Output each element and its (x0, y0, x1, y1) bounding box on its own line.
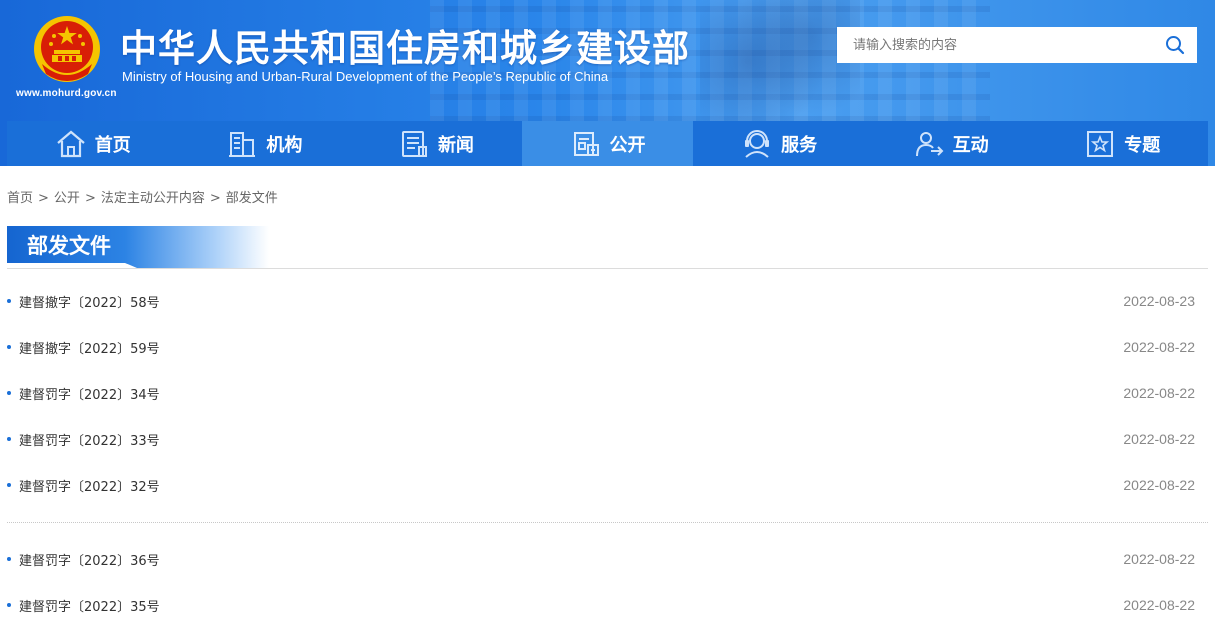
bullet-dot-icon (7, 299, 11, 303)
nav-item-service[interactable]: 服务 (693, 121, 865, 166)
document-date: 2022-08-23 (1123, 293, 1195, 309)
search-box (837, 27, 1197, 63)
document-date: 2022-08-22 (1123, 339, 1195, 355)
list-item: 建督罚字〔2022〕32号 2022-08-22 (7, 462, 1195, 508)
site-title-chinese[interactable]: 中华人民共和国住房和城乡建设部 (120, 18, 690, 72)
document-link[interactable]: 建督罚字〔2022〕35号 (19, 596, 160, 615)
topic-star-icon (1084, 129, 1116, 159)
document-link[interactable]: 建督罚字〔2022〕34号 (19, 384, 160, 403)
nav-item-disclosure[interactable]: 公开 (521, 121, 694, 166)
breadcrumb-disclosure[interactable]: 公开 (54, 191, 80, 206)
news-icon (398, 129, 430, 159)
nav-label-disclosure: 公开 (609, 134, 646, 156)
document-link[interactable]: 建督罚字〔2022〕32号 (19, 476, 160, 495)
list-group-divider (7, 508, 1208, 536)
building-icon (226, 129, 258, 159)
bullet-dot-icon (7, 557, 11, 561)
interaction-icon (913, 129, 945, 159)
list-item: 建督罚字〔2022〕34号 2022-08-22 (7, 370, 1195, 416)
nav-label-service: 服务 (781, 134, 818, 156)
nav-item-organization[interactable]: 机构 (179, 121, 351, 166)
bullet-dot-icon (7, 483, 11, 487)
document-date: 2022-08-22 (1123, 431, 1195, 447)
nav-label-topics: 专题 (1124, 134, 1161, 156)
list-item: 建督撤字〔2022〕58号 2022-08-23 (7, 278, 1195, 324)
document-date: 2022-08-22 (1123, 385, 1195, 401)
document-date: 2022-08-22 (1123, 597, 1195, 613)
document-link[interactable]: 建督罚字〔2022〕33号 (19, 430, 160, 449)
national-emblem-icon[interactable] (32, 14, 102, 84)
service-icon (741, 129, 773, 159)
list-item: 建督罚字〔2022〕33号 2022-08-22 (7, 416, 1195, 462)
breadcrumb-home[interactable]: 首页 (7, 191, 33, 206)
document-link[interactable]: 建督撤字〔2022〕58号 (19, 292, 160, 311)
breadcrumb-separator: > (38, 191, 49, 206)
nav-item-interaction[interactable]: 互动 (865, 121, 1037, 166)
document-date: 2022-08-22 (1123, 551, 1195, 567)
bullet-dot-icon (7, 391, 11, 395)
list-item: 建督罚字〔2022〕35号 2022-08-22 (7, 582, 1195, 628)
search-button[interactable] (1153, 27, 1197, 63)
nav-item-home[interactable]: 首页 (7, 121, 179, 166)
site-title-english: Ministry of Housing and Urban-Rural Deve… (122, 69, 609, 84)
nav-item-topics[interactable]: 专题 (1036, 121, 1208, 166)
document-list: 建督撤字〔2022〕58号 2022-08-23 建督撤字〔2022〕59号 2… (7, 278, 1208, 628)
breadcrumb-ministry-documents[interactable]: 部发文件 (226, 191, 278, 206)
document-link[interactable]: 建督罚字〔2022〕36号 (19, 550, 160, 569)
nav-label-home: 首页 (94, 134, 131, 156)
nav-label-news: 新闻 (437, 134, 474, 156)
nav-label-organization: 机构 (266, 134, 303, 156)
list-item: 建督撤字〔2022〕59号 2022-08-22 (7, 324, 1195, 370)
bullet-dot-icon (7, 603, 11, 607)
site-header: www.mohurd.gov.cn 中华人民共和国住房和城乡建设部 Minist… (0, 0, 1215, 166)
section-header: 部发文件 (7, 226, 1208, 269)
disclosure-icon (570, 129, 602, 159)
header-background-trees (700, 0, 860, 122)
section-title: 部发文件 (7, 226, 269, 268)
site-url[interactable]: www.mohurd.gov.cn (16, 88, 117, 99)
bullet-dot-icon (7, 437, 11, 441)
search-input[interactable] (837, 27, 1153, 63)
breadcrumb-separator: > (84, 191, 96, 206)
home-icon (55, 129, 87, 159)
list-item: 建督罚字〔2022〕36号 2022-08-22 (7, 536, 1195, 582)
document-date: 2022-08-22 (1123, 477, 1195, 493)
nav-label-interaction: 互动 (952, 134, 989, 156)
main-navigation: 首页 机构 新闻 公开 服务 互动 专题 (7, 121, 1208, 166)
breadcrumb-separator: > (209, 191, 221, 206)
bullet-dot-icon (7, 345, 11, 349)
nav-item-news[interactable]: 新闻 (350, 121, 522, 166)
document-link[interactable]: 建督撤字〔2022〕59号 (19, 338, 160, 357)
search-icon (1166, 36, 1185, 55)
breadcrumb: 首页 > 公开 > 法定主动公开内容 > 部发文件 (7, 187, 278, 206)
breadcrumb-statutory-content[interactable]: 法定主动公开内容 (101, 191, 205, 206)
